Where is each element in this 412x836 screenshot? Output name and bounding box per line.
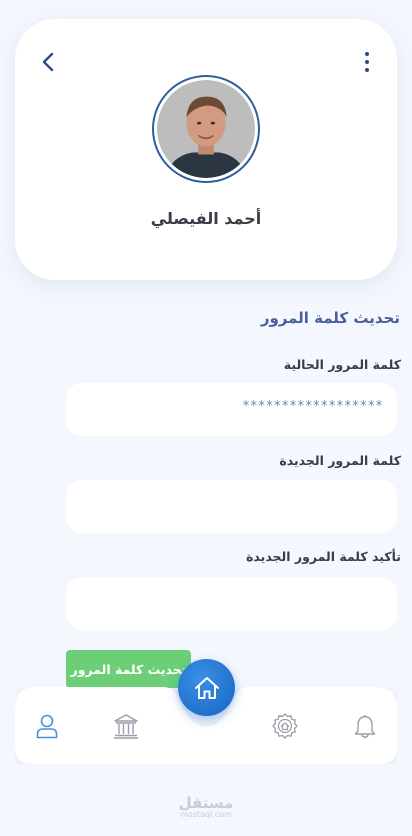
profile-card: أحمد الفيصلي bbox=[15, 19, 397, 280]
more-vertical-icon bbox=[365, 52, 369, 72]
current-password-field[interactable]: ****************** bbox=[66, 383, 397, 436]
nav-bank[interactable] bbox=[109, 709, 143, 743]
current-password-label: كلمة المرور الحالية bbox=[283, 357, 401, 372]
confirm-password-label: تأكيد كلمة المرور الجديدة bbox=[246, 549, 401, 564]
nav-settings[interactable] bbox=[268, 709, 302, 743]
nav-profile[interactable] bbox=[30, 709, 64, 743]
new-password-label: كلمة المرور الجديدة bbox=[279, 453, 401, 468]
watermark-url: mostaql.com bbox=[180, 810, 232, 819]
back-button[interactable] bbox=[37, 49, 59, 75]
section-title: تحديث كلمة المرور bbox=[260, 309, 400, 327]
profile-icon bbox=[36, 714, 58, 739]
nav-notifications[interactable] bbox=[348, 709, 382, 743]
user-name: أحمد الفيصلي bbox=[150, 209, 262, 228]
settings-icon bbox=[272, 713, 298, 739]
new-password-field[interactable] bbox=[66, 480, 397, 533]
home-button[interactable] bbox=[178, 659, 235, 716]
bell-icon bbox=[354, 714, 376, 738]
watermark: مستقل mostaql.com bbox=[0, 794, 412, 819]
chevron-left-icon bbox=[42, 52, 54, 72]
more-options-button[interactable] bbox=[359, 49, 375, 75]
avatar-image bbox=[157, 80, 255, 178]
current-password-value: ****************** bbox=[242, 399, 383, 414]
bank-icon bbox=[114, 714, 138, 739]
avatar[interactable] bbox=[152, 75, 260, 183]
update-password-button[interactable]: تحديث كلمة المرور bbox=[66, 650, 191, 688]
confirm-password-field[interactable] bbox=[66, 577, 397, 630]
home-icon bbox=[194, 676, 219, 699]
